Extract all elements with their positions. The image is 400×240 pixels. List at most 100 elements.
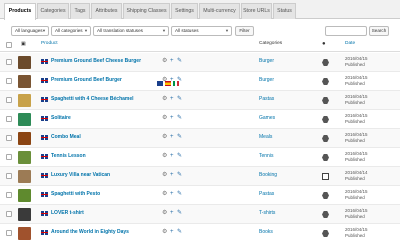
category-link[interactable]: Meals xyxy=(259,134,272,140)
category-link[interactable]: Books xyxy=(259,229,273,235)
english-flag-icon xyxy=(41,97,48,102)
product-thumbnail[interactable] xyxy=(18,113,31,126)
product-thumbnail[interactable] xyxy=(18,189,31,202)
chevron-down-icon: ▼ xyxy=(84,28,88,33)
product-thumbnail[interactable] xyxy=(18,75,31,88)
row-checkbox[interactable] xyxy=(6,173,12,179)
date-column-header[interactable]: Date xyxy=(345,41,355,46)
search-input[interactable] xyxy=(325,26,367,36)
add-translation-icon[interactable]: + xyxy=(170,210,174,217)
row-checkbox[interactable] xyxy=(6,97,12,103)
product-thumbnail[interactable] xyxy=(18,227,31,240)
product-type-icon xyxy=(322,154,329,161)
product-name-link[interactable]: Solitaire xyxy=(51,115,71,121)
edit-translation-icon[interactable]: ✎ xyxy=(177,77,182,84)
date-cell: 2016/04/15 Published xyxy=(345,56,368,67)
product-name-link[interactable]: Luxury Villa near Vatican xyxy=(51,172,110,178)
gear-icon[interactable]: ⚙ xyxy=(162,77,167,84)
filter-button[interactable]: Filter xyxy=(235,26,254,36)
tab-store-urls[interactable]: Store URLs xyxy=(241,3,272,19)
tab-multi-currency[interactable]: Multi-currency xyxy=(199,3,240,19)
english-flag-icon xyxy=(41,135,48,140)
product-column-header[interactable]: Product xyxy=(41,41,58,46)
add-translation-icon[interactable]: + xyxy=(170,77,174,84)
edit-translation-icon[interactable]: ✎ xyxy=(177,210,182,217)
row-checkbox[interactable] xyxy=(6,78,12,84)
gear-icon[interactable]: ⚙ xyxy=(162,229,167,236)
search-button[interactable]: Search xyxy=(369,26,389,36)
tab-categories[interactable]: Categories xyxy=(37,3,69,19)
edit-translation-icon[interactable]: ✎ xyxy=(177,134,182,141)
category-link[interactable]: T-shirts xyxy=(259,210,275,216)
select-all-checkbox[interactable] xyxy=(6,42,12,48)
tab-status[interactable]: Status xyxy=(273,3,296,19)
edit-translation-icon[interactable]: ✎ xyxy=(177,153,182,160)
row-checkbox[interactable] xyxy=(6,59,12,65)
tab-tags[interactable]: Tags xyxy=(70,3,90,19)
category-link[interactable]: Pastas xyxy=(259,96,274,102)
product-name-link[interactable]: LOVER t-shirt xyxy=(51,210,84,216)
language-filter-select[interactable]: All languages ▼ xyxy=(11,26,49,36)
gear-icon[interactable]: ⚙ xyxy=(162,210,167,217)
status-filter-select[interactable]: All statuses ▼ xyxy=(171,26,232,36)
add-translation-icon[interactable]: + xyxy=(170,115,174,122)
gear-icon[interactable]: ⚙ xyxy=(162,191,167,198)
category-link[interactable]: Tennis xyxy=(259,153,273,159)
edit-translation-icon[interactable]: ✎ xyxy=(177,191,182,198)
edit-translation-icon[interactable]: ✎ xyxy=(177,115,182,122)
product-name-link[interactable]: Around the World in Eighty Days xyxy=(51,229,129,235)
category-link[interactable]: Booking xyxy=(259,172,277,178)
product-name-link[interactable]: Combo Meal xyxy=(51,134,81,140)
add-translation-icon[interactable]: + xyxy=(170,172,174,179)
gear-icon[interactable]: ⚙ xyxy=(162,172,167,179)
tab-shipping-classes[interactable]: Shipping Classes xyxy=(123,3,170,19)
add-translation-icon[interactable]: + xyxy=(170,134,174,141)
tab-settings[interactable]: Settings xyxy=(171,3,198,19)
row-checkbox[interactable] xyxy=(6,116,12,122)
tab-products[interactable]: Products xyxy=(4,3,36,20)
language-filter-label: All languages xyxy=(15,28,43,33)
add-translation-icon[interactable]: + xyxy=(170,153,174,160)
chevron-down-icon: ▼ xyxy=(42,28,46,33)
row-checkbox[interactable] xyxy=(6,154,12,160)
category-link[interactable]: Burger xyxy=(259,58,274,64)
product-name-link[interactable]: Spaghetti with 4 Cheese Béchamel xyxy=(51,96,134,102)
english-flag-icon xyxy=(41,173,48,178)
edit-translation-icon[interactable]: ✎ xyxy=(177,229,182,236)
category-link[interactable]: Pastas xyxy=(259,191,274,197)
category-link[interactable]: Burger xyxy=(259,77,274,83)
tab-attributes[interactable]: Attributes xyxy=(91,3,122,19)
row-checkbox[interactable] xyxy=(6,230,12,236)
gear-icon[interactable]: ⚙ xyxy=(162,96,167,103)
product-thumbnail[interactable] xyxy=(18,151,31,164)
product-thumbnail[interactable] xyxy=(18,132,31,145)
translation-status-select[interactable]: All translation statuses ▼ xyxy=(93,26,169,36)
product-name-link[interactable]: Premium Ground Beef Cheese Burger xyxy=(51,58,141,64)
add-translation-icon[interactable]: + xyxy=(170,191,174,198)
product-thumbnail[interactable] xyxy=(18,170,31,183)
product-thumbnail[interactable] xyxy=(18,94,31,107)
gear-icon[interactable]: ⚙ xyxy=(162,153,167,160)
row-checkbox[interactable] xyxy=(6,192,12,198)
gear-icon[interactable]: ⚙ xyxy=(162,58,167,65)
edit-translation-icon[interactable]: ✎ xyxy=(177,58,182,65)
product-thumbnail[interactable] xyxy=(18,208,31,221)
row-checkbox[interactable] xyxy=(6,211,12,217)
product-name-link[interactable]: Spaghetti with Pesto xyxy=(51,191,100,197)
row-checkbox[interactable] xyxy=(6,135,12,141)
product-thumbnail[interactable] xyxy=(18,56,31,69)
add-translation-icon[interactable]: + xyxy=(170,96,174,103)
gear-icon[interactable]: ⚙ xyxy=(162,134,167,141)
category-link[interactable]: Games xyxy=(259,115,275,121)
product-name-link[interactable]: Premium Ground Beef Burger xyxy=(51,77,122,83)
add-translation-icon[interactable]: + xyxy=(170,58,174,65)
table-row: Spaghetti with Pesto ⚙ + ✎ Pastas 2016/04/15 P… xyxy=(0,186,400,205)
edit-translation-icon[interactable]: ✎ xyxy=(177,96,182,103)
edit-translation-icon[interactable]: ✎ xyxy=(177,172,182,179)
table-row: Tennis Lesson ⚙ + ✎ Tennis 2016/04/15 Publishe… xyxy=(0,148,400,167)
gear-icon[interactable]: ⚙ xyxy=(162,115,167,122)
category-filter-select[interactable]: All categories ▼ xyxy=(51,26,91,36)
product-name-link[interactable]: Tennis Lesson xyxy=(51,153,86,159)
product-type-icon xyxy=(322,135,329,142)
add-translation-icon[interactable]: + xyxy=(170,229,174,236)
